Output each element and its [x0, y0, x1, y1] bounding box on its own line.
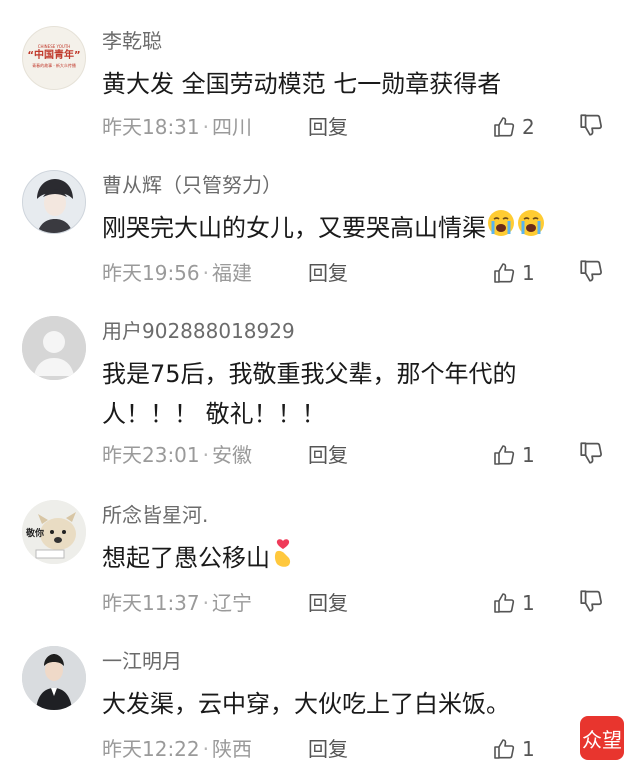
comment-text: 刚哭完大山的女儿，又要哭高山情渠 [102, 208, 592, 250]
comment-time: 昨天12:22 [102, 737, 200, 761]
like-count: 1 [522, 261, 535, 285]
brand-logo-icon: 众望 [580, 716, 624, 760]
reply-button[interactable]: 回复 [308, 440, 348, 470]
dislike-button[interactable] [578, 440, 606, 470]
like-button[interactable]: 2 [492, 112, 535, 142]
comment-text: 想起了愚公移山 [102, 538, 592, 580]
like-count: 2 [522, 115, 535, 139]
thumbs-down-icon [580, 260, 602, 282]
default-user-avatar-icon [22, 316, 86, 380]
finger-heart-icon [270, 538, 296, 580]
comment-location: 安徽 [212, 443, 252, 467]
like-count: 1 [522, 443, 535, 467]
thumbs-up-icon [494, 739, 515, 759]
anime-boy-avatar-icon [23, 171, 85, 233]
comment-text: 黄大发 全国劳动模范 七一勋章获得者 [102, 70, 502, 98]
comment-time: 昨天19:56 [102, 261, 200, 285]
like-button[interactable]: 1 [492, 258, 535, 288]
thumbs-up-icon [494, 263, 515, 283]
dislike-button[interactable] [578, 112, 606, 142]
like-count: 1 [522, 737, 535, 761]
dislike-button[interactable] [578, 588, 606, 618]
comment-location: 四川 [212, 115, 252, 139]
comment-meta: 昨天23:01 · 安徽 [102, 443, 252, 467]
like-button[interactable]: 1 [492, 588, 535, 618]
thumbs-down-icon [580, 590, 602, 612]
username[interactable]: 所念皆星河. [102, 500, 208, 530]
comment-text: 大发渠，云中穿，大伙吃上了白米饭。 [102, 690, 510, 718]
comment-time: 昨天18:31 [102, 115, 200, 139]
comment-time: 昨天23:01 [102, 443, 200, 467]
comment-meta: 昨天12:22 · 陕西 [102, 737, 252, 761]
comment-time: 昨天11:37 [102, 591, 200, 615]
comment-meta: 昨天11:37 · 辽宁 [102, 591, 252, 615]
comment-meta: 昨天19:56 · 福建 [102, 261, 252, 285]
dislike-button[interactable] [578, 258, 606, 288]
comment-text: 我是75后，我敬重我父辈，那个年代的人！！！ 敬礼！！！ [102, 360, 517, 428]
man-in-suit-avatar-icon [22, 646, 86, 710]
like-button[interactable]: 1 [492, 734, 535, 764]
thumbs-down-icon [580, 442, 602, 464]
reply-button[interactable]: 回复 [308, 112, 348, 142]
china-youth-logo-icon: CHINESE YOUTH “中国青年” 青春的故事 · 新大众传播 [27, 44, 81, 68]
avatar-label: 敬你 [26, 529, 45, 539]
comment-location: 陕西 [212, 737, 252, 761]
like-count: 1 [522, 591, 535, 615]
avatar[interactable] [22, 170, 86, 234]
loudly-crying-face-icon [486, 208, 516, 250]
username[interactable]: 李乾聪 [102, 26, 162, 56]
thumbs-down-icon [580, 114, 602, 136]
avatar[interactable]: CHINESE YOUTH “中国青年” 青春的故事 · 新大众传播 [22, 26, 86, 90]
like-button[interactable]: 1 [492, 440, 535, 470]
comment-location: 福建 [212, 261, 252, 285]
username[interactable]: 一江明月 [102, 646, 182, 676]
avatar[interactable] [22, 316, 86, 380]
username[interactable]: 曹从辉（只管努力） [102, 170, 282, 200]
comment-location: 辽宁 [212, 591, 252, 615]
comment-meta: 昨天18:31 · 四川 [102, 115, 252, 139]
comment-text-body: 想起了愚公移山 [102, 544, 270, 572]
avatar[interactable]: 敬你 [22, 500, 86, 564]
thumbs-up-icon [494, 445, 515, 465]
reply-button[interactable]: 回复 [308, 588, 348, 618]
username[interactable]: 用户902888018929 [102, 316, 295, 346]
loudly-crying-face-icon [516, 208, 546, 250]
comment-text-body: 刚哭完大山的女儿，又要哭高山情渠 [102, 214, 486, 242]
avatar[interactable] [22, 646, 86, 710]
reply-button[interactable]: 回复 [308, 258, 348, 288]
reply-button[interactable]: 回复 [308, 734, 348, 764]
thumbs-up-icon [494, 117, 515, 137]
thumbs-up-icon [494, 593, 515, 613]
